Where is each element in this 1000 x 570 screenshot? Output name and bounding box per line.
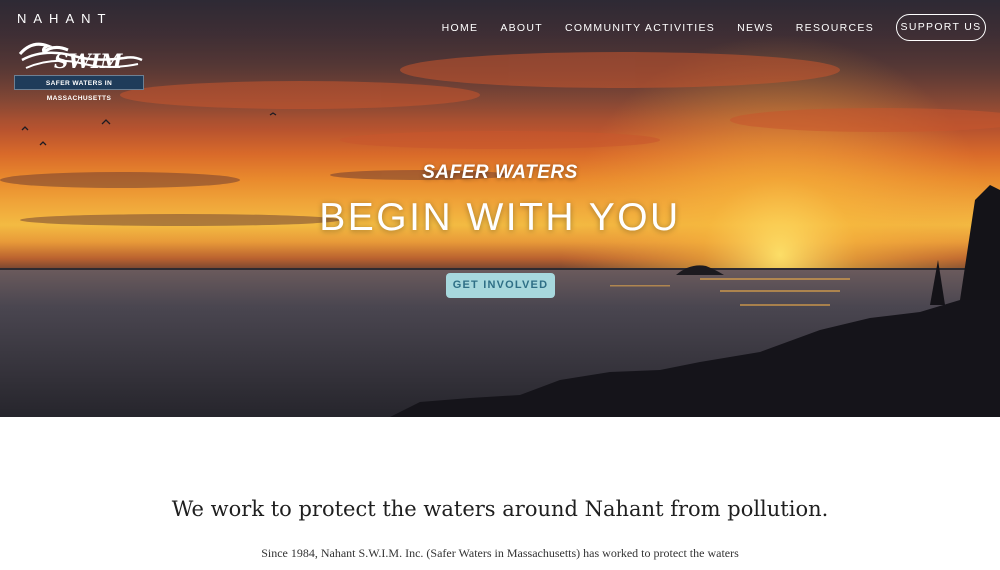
top-navigation: NAHANT SWIM SAFER WATERS IN MASSACHUSETT…: [0, 0, 1000, 102]
nav-community-activities[interactable]: COMMUNITY ACTIVITIES: [565, 21, 715, 35]
main-menu: HOME ABOUT COMMUNITY ACTIVITIES NEWS RES…: [420, 21, 874, 35]
intro-heading: We work to protect the waters around Nah…: [171, 497, 829, 521]
brand-wordmark[interactable]: NAHANT: [17, 11, 112, 26]
nav-about[interactable]: ABOUT: [500, 21, 543, 35]
logo-badge: SAFER WATERS IN MASSACHUSETTS: [14, 75, 144, 102]
intro-section: We work to protect the waters around Nah…: [0, 417, 1000, 570]
nav-home[interactable]: HOME: [442, 21, 479, 35]
nav-resources[interactable]: RESOURCES: [796, 21, 874, 35]
support-us-button[interactable]: SUPPORT US: [896, 14, 986, 41]
get-involved-button[interactable]: GET INVOLVED: [446, 273, 555, 298]
logo-mark-text: SWIM: [54, 49, 123, 73]
hero-headline: BEGIN WITH YOU: [319, 196, 681, 239]
hero-tagline: SAFER WATERS: [422, 162, 578, 183]
hero-section: NAHANT SWIM SAFER WATERS IN MASSACHUSETT…: [0, 0, 1000, 417]
intro-text: Since 1984, Nahant S.W.I.M. Inc. (Safer …: [261, 546, 739, 560]
nav-news[interactable]: NEWS: [737, 21, 774, 35]
